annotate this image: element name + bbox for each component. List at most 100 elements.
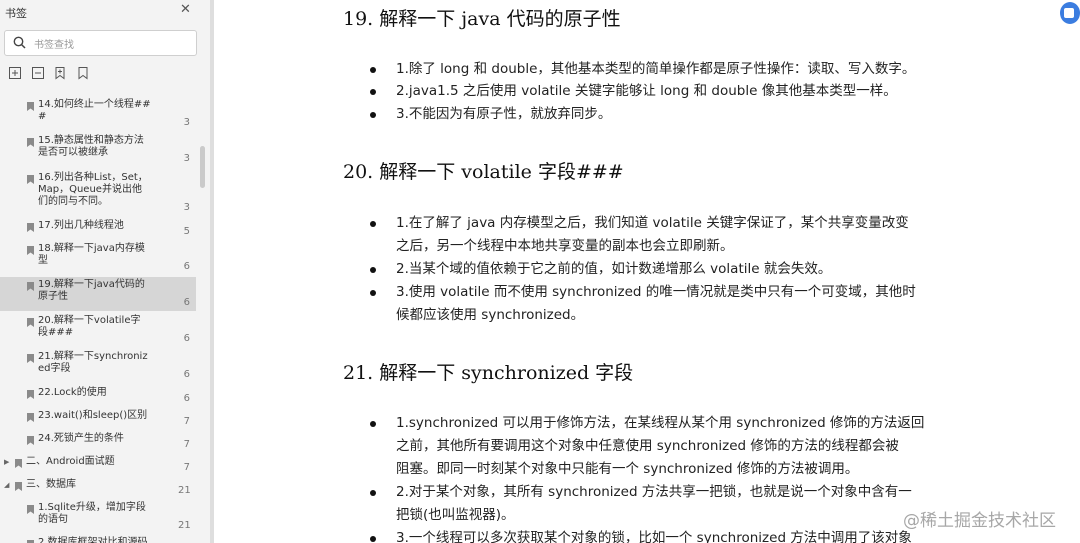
bookmark-label-line: 三、数据库 [26, 479, 76, 490]
bookmark-item[interactable]: 15.静态属性和静态方法 是否可以被继承 3 [0, 133, 196, 167]
section-heading: 21. 解释一下 synchronized 字段 [343, 362, 634, 384]
bookmark-item[interactable]: 19.解释一下java代码的 原子性 6 [0, 277, 196, 311]
bookmark-label: 19.解释一下java代码的 原子性 [38, 279, 145, 303]
list-item-line: 1.synchronized 可以用于修饰方法，在某线程从某个用 synchro… [396, 415, 925, 431]
bookmark-item[interactable]: 22.Lock的使用 6 [0, 385, 196, 407]
bookmark-item[interactable]: 23.wait()和sleep()区别 7 [0, 408, 196, 430]
bullet-point [370, 536, 376, 542]
list-item-line: 2.对于某个对象，其所有 synchronized 方法共享一把锁，也就是说一个… [396, 484, 912, 500]
list-item-line: 3.使用 volatile 而不使用 synchronized 的唯一情况就是类… [396, 284, 916, 300]
bookmark-label-line: 的语句 [38, 514, 68, 525]
close-icon[interactable]: ✕ [180, 3, 191, 17]
bullet-point [370, 421, 376, 427]
section-heading: 19. 解释一下 java 代码的原子性 [343, 8, 621, 30]
bookmark-page-number: 21 [178, 520, 191, 531]
bullet-point [370, 67, 376, 73]
bookmark-label-line: 型 [38, 255, 48, 266]
bookmark-flag-icon [27, 246, 34, 255]
bookmark-label: 14.如何终止一个线程## # [38, 99, 151, 123]
add-bookmark-icon[interactable] [53, 66, 67, 80]
bookmark-page-number: 21 [178, 485, 191, 496]
bookmark-item[interactable]: 1.Sqlite升级，增加字段 的语句 21 [0, 500, 196, 534]
bookmark-flag-icon [27, 390, 34, 399]
list-item: 3.一个线程可以多次获取某个对象的锁，比如一个 synchronized 方法中… [396, 527, 956, 543]
bookmark-item[interactable]: 21.解释一下synchroniz ed字段 6 [0, 349, 196, 383]
bookmark-item[interactable]: 18.解释一下java内存模型 6 [0, 241, 196, 275]
bookmark-flag-icon [27, 413, 34, 422]
bookmark-flag-icon [27, 354, 34, 363]
bookmark-item[interactable]: ◢ 三、数据库 21 [0, 477, 196, 499]
bookmark-page-number: 5 [183, 226, 190, 237]
bookmark-page-number: 7 [183, 439, 190, 450]
bookmark-flag-icon [27, 138, 34, 147]
document-page: 19. 解释一下 java 代码的原子性 1.除了 long 和 double，其… [214, 0, 1080, 543]
list-item: 2.当某个域的值依赖于它之前的值，如计数递增那么 volatile 就会失效。 [396, 258, 956, 281]
bookmark-page-number: 3 [183, 117, 190, 128]
bookmark-item[interactable]: 16.列出各种List，Set， Map，Queue并说出他 们的同与不同。 3 [0, 170, 196, 216]
bookmark-flag-icon [27, 318, 34, 327]
bookmark-label-line: 20.解释一下volatile字 [38, 315, 141, 326]
expand-all-icon[interactable] [8, 66, 22, 80]
section-heading: 20. 解释一下 volatile 字段### [343, 161, 624, 183]
bookmark-label-line: 16.列出各种List，Set， [38, 172, 148, 183]
bookmark-label-line: 1.Sqlite升级，增加字段 [38, 502, 146, 513]
bookmark-label-line: 们的同与不同。 [38, 196, 108, 207]
sidebar-scrollbar-thumb[interactable] [200, 146, 205, 188]
list-item-line: 1.除了 long 和 double，其他基本类型的简单操作都是原子性操作：读取… [396, 61, 916, 77]
bookmark-label-line: 19.解释一下java代码的 [38, 279, 145, 290]
bookmark-item[interactable]: 2.数据库框架对比和源码 [0, 535, 196, 543]
bookmark-item[interactable]: 24.死锁产生的条件 7 [0, 431, 196, 453]
list-item: 3.不能因为有原子性，就放弃同步。 [396, 103, 956, 126]
bookmark-flag-icon [15, 459, 22, 468]
bookmark-label: 20.解释一下volatile字 段### [38, 315, 140, 339]
collapse-all-icon[interactable] [31, 66, 45, 80]
bookmark-page-number: 7 [183, 462, 190, 473]
expand-arrow-icon[interactable]: ▶ [4, 458, 9, 466]
watermark: @稀土掘金技术社区 [903, 511, 1056, 531]
search-icon [13, 36, 26, 49]
bullet-point [370, 221, 376, 227]
bookmark-label: 24.死锁产生的条件 [38, 433, 124, 445]
bookmark-sidebar: 书签 ✕ 书签查找 14.如何终止一个线程## #3 15.静态属性和静态方法 是否可… [0, 0, 210, 543]
float-tool-icon[interactable] [1060, 2, 1080, 24]
bookmark-flag-icon [27, 102, 34, 111]
bookmark-label-line: ed字段 [38, 363, 71, 374]
bookmark-label-line: 23.wait()和sleep()区别 [38, 410, 148, 421]
bookmark-icon[interactable] [76, 66, 90, 80]
bookmark-label-line: 22.Lock的使用 [38, 387, 107, 398]
bookmark-label: 22.Lock的使用 [38, 387, 107, 399]
list-item-line: 3.不能因为有原子性，就放弃同步。 [396, 106, 612, 122]
list-item-line: 2.java1.5 之后使用 volatile 关键字能够让 long 和 do… [396, 83, 897, 99]
bookmark-page-number: 6 [183, 297, 190, 308]
bookmark-flag-icon [27, 282, 34, 291]
list-item-line: 之前，其他所有要调用这个对象中任意使用 synchronized 修饰的方法的线… [396, 438, 899, 454]
bookmark-label-line: 17.列出几种线程池 [38, 220, 124, 231]
bookmark-label: 2.数据库框架对比和源码 [38, 537, 148, 543]
collapse-arrow-icon[interactable]: ◢ [4, 481, 9, 489]
bookmark-search-input[interactable]: 书签查找 [4, 30, 197, 56]
list-item: 3.使用 volatile 而不使用 synchronized 的唯一情况就是类… [396, 281, 956, 327]
list-item-line: 3.一个线程可以多次获取某个对象的锁，比如一个 synchronized 方法中… [396, 530, 912, 543]
bookmark-item[interactable]: 17.列出几种线程池 5 [0, 218, 196, 240]
list-item-line: 2.当某个域的值依赖于它之前的值，如计数递增那么 volatile 就会失效。 [396, 261, 832, 277]
bookmark-label: 21.解释一下synchroniz ed字段 [38, 351, 148, 375]
bookmark-label: 16.列出各种List，Set， Map，Queue并说出他 们的同与不同。 [38, 172, 148, 208]
bookmark-item[interactable]: 20.解释一下volatile字 段### 6 [0, 313, 196, 347]
bookmark-label-line: 段### [38, 327, 74, 338]
bookmark-item[interactable]: 14.如何终止一个线程## # 3 [0, 97, 196, 131]
bookmark-label-line: 15.静态属性和静态方法 [38, 135, 144, 146]
bookmark-flag-icon [27, 436, 34, 445]
bookmark-label: 三、数据库 [26, 479, 76, 491]
bullet-point [370, 112, 376, 118]
bookmark-label-line: 2.数据库框架对比和源码 [38, 537, 148, 543]
bookmark-item[interactable]: ▶ 二、Android面试题 7 [0, 454, 196, 476]
bookmark-flag-icon [27, 175, 34, 184]
list-item: 1.除了 long 和 double，其他基本类型的简单操作都是原子性操作：读取… [396, 58, 956, 81]
bookmark-page-number: 6 [183, 333, 190, 344]
list-item: 1.在了解了 java 内存模型之后，我们知道 volatile 关键字保证了，… [396, 212, 956, 258]
bookmark-label: 二、Android面试题 [26, 456, 115, 468]
bookmark-flag-icon [15, 482, 22, 491]
bookmark-page-number: 3 [183, 153, 190, 164]
list-item-line: 候都应该使用 synchronized。 [396, 307, 585, 323]
bookmark-label-line: 二、Android面试题 [26, 456, 115, 467]
